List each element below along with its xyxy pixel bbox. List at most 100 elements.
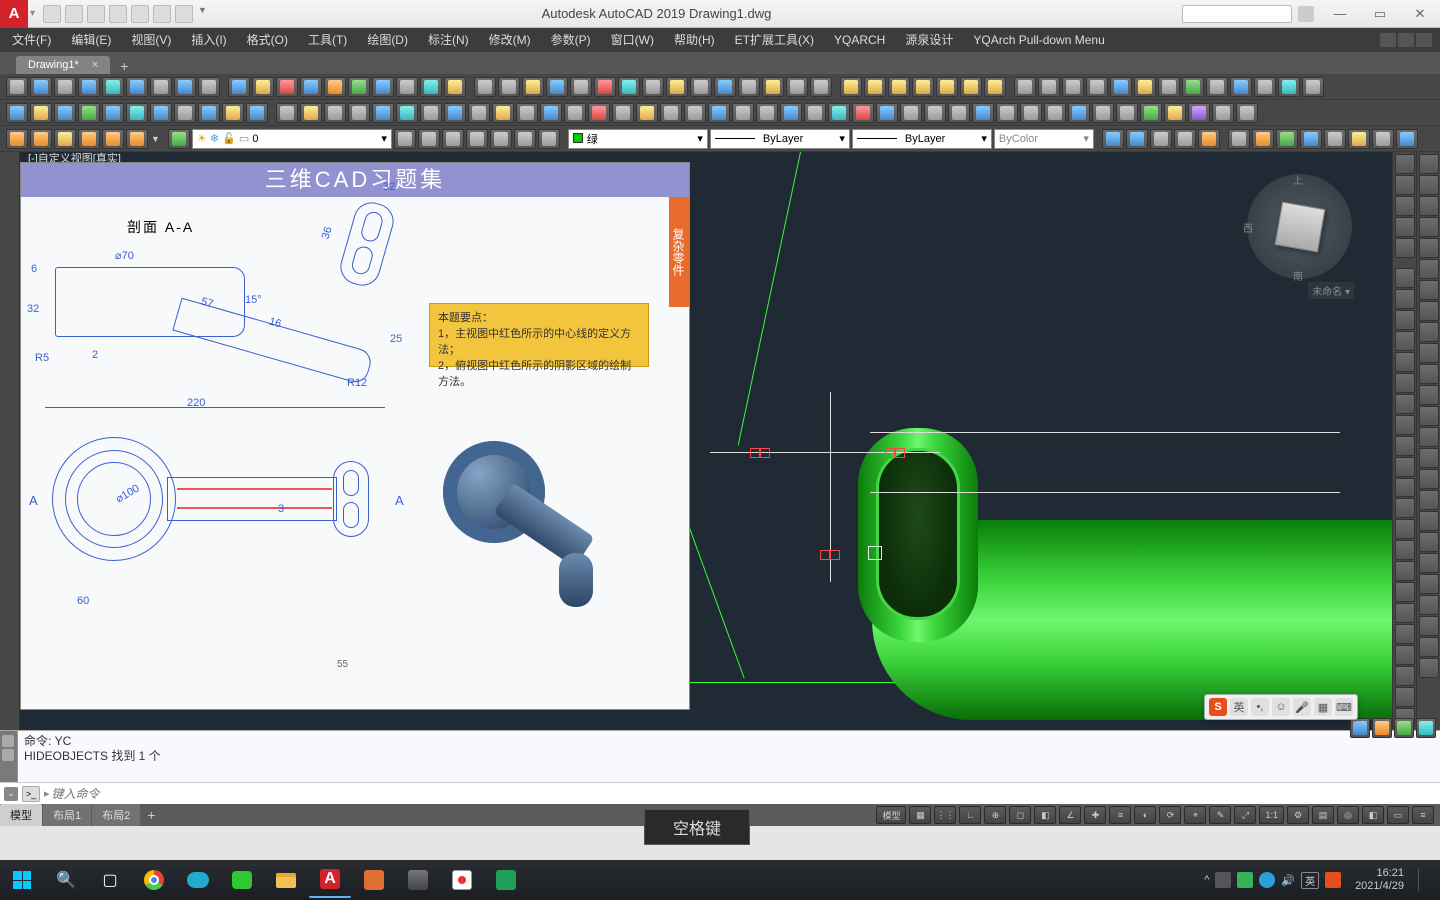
tool-icon[interactable] <box>442 129 464 149</box>
tab-layout-add[interactable]: + <box>141 807 161 823</box>
layer-props-icon[interactable] <box>168 129 190 149</box>
tool-icon[interactable] <box>756 103 778 123</box>
tool-icon[interactable] <box>660 103 682 123</box>
cmd-side-handles[interactable] <box>0 731 18 782</box>
tool-icon[interactable] <box>1116 103 1138 123</box>
menu-modify[interactable]: 修改(M) <box>479 28 541 52</box>
menu-tools[interactable]: 工具(T) <box>298 28 357 52</box>
tab-drawing1[interactable]: Drawing1* × <box>16 56 110 74</box>
tool-icon[interactable] <box>1348 129 1370 149</box>
tool-icon[interactable] <box>102 77 124 97</box>
tool-icon[interactable] <box>276 77 298 97</box>
tool-icon[interactable] <box>324 77 346 97</box>
tool-icon[interactable] <box>228 77 250 97</box>
tool-icon[interactable] <box>1014 77 1036 97</box>
tool-icon[interactable] <box>1038 77 1060 97</box>
tool-icon[interactable] <box>1419 406 1439 426</box>
tool-icon[interactable] <box>1158 77 1180 97</box>
tab-add-button[interactable]: + <box>112 58 136 74</box>
menu-help[interactable]: 帮助(H) <box>664 28 725 52</box>
tool-icon[interactable] <box>1419 175 1439 195</box>
linetype-dropdown[interactable]: ByLayer▾ <box>852 129 992 149</box>
tool-icon[interactable] <box>594 77 616 97</box>
tool-icon[interactable] <box>1419 574 1439 594</box>
tool-icon[interactable] <box>924 103 946 123</box>
tool-icon[interactable] <box>1324 129 1346 149</box>
tool-icon[interactable] <box>468 103 490 123</box>
tool-icon[interactable] <box>246 103 268 123</box>
tool-icon[interactable] <box>1419 364 1439 384</box>
task-autocad-icon[interactable]: A <box>309 862 351 898</box>
menu-insert[interactable]: 插入(I) <box>181 28 236 52</box>
tool-icon[interactable] <box>150 77 172 97</box>
qat-new-icon[interactable] <box>43 5 61 23</box>
menu-file[interactable]: 文件(F) <box>2 28 61 52</box>
tool-icon[interactable] <box>300 77 322 97</box>
view-cube-face[interactable] <box>1274 201 1325 252</box>
tool-icon[interactable] <box>1110 77 1132 97</box>
status-hardware-icon[interactable]: ◧ <box>1362 806 1384 824</box>
orbit-icon[interactable] <box>1395 217 1415 237</box>
tool-icon[interactable] <box>1068 103 1090 123</box>
tool-icon[interactable] <box>876 103 898 123</box>
tool-icon[interactable] <box>1086 77 1108 97</box>
status-cycle-icon[interactable]: ⟳ <box>1159 806 1181 824</box>
status-otrack-icon[interactable]: ∠ <box>1059 806 1081 824</box>
tool-icon[interactable] <box>1419 595 1439 615</box>
tab-model[interactable]: 模型 <box>0 804 42 826</box>
tool-icon[interactable] <box>762 77 784 97</box>
task-chrome-icon[interactable] <box>133 862 175 898</box>
tool-icon[interactable] <box>1395 582 1415 602</box>
tool-icon[interactable] <box>1419 322 1439 342</box>
tool-icon[interactable] <box>1188 103 1210 123</box>
qat-saveas-icon[interactable] <box>109 5 127 23</box>
tool-icon[interactable] <box>1419 448 1439 468</box>
tool-icon[interactable] <box>1300 129 1322 149</box>
tool-icon[interactable] <box>420 77 442 97</box>
tool-icon[interactable] <box>1395 666 1415 686</box>
tool-icon[interactable] <box>1419 196 1439 216</box>
tool-icon[interactable] <box>54 103 76 123</box>
tool-icon[interactable] <box>174 103 196 123</box>
status-grid-icon[interactable]: ▦ <box>909 806 931 824</box>
tool-icon[interactable] <box>972 103 994 123</box>
tool-icon[interactable] <box>960 77 982 97</box>
tool-icon[interactable] <box>6 77 28 97</box>
qat-open-icon[interactable] <box>65 5 83 23</box>
tool-icon[interactable] <box>1395 331 1415 351</box>
tool-icon[interactable] <box>324 103 346 123</box>
tray-wechat-icon[interactable] <box>1237 872 1253 888</box>
tool-icon[interactable] <box>1044 103 1066 123</box>
tab-close-icon[interactable]: × <box>92 59 98 71</box>
tool-icon[interactable] <box>690 77 712 97</box>
status-custom-icon[interactable]: ≡ <box>1412 806 1434 824</box>
tool-icon[interactable] <box>852 103 874 123</box>
task-explorer-icon[interactable] <box>265 862 307 898</box>
tool-icon[interactable] <box>714 77 736 97</box>
tool-icon[interactable] <box>126 129 148 149</box>
tool-icon[interactable] <box>828 103 850 123</box>
tool-icon[interactable] <box>538 129 560 149</box>
status-annoscale[interactable]: 1:1 <box>1259 806 1284 824</box>
tool-icon[interactable] <box>1395 310 1415 330</box>
tool-icon[interactable] <box>1092 103 1114 123</box>
tool-icon[interactable] <box>1276 129 1298 149</box>
viewcube-top[interactable]: 上 <box>1293 172 1303 187</box>
tray-cloud-icon[interactable] <box>1259 872 1275 888</box>
command-prompt-icon[interactable]: >_ <box>22 786 40 802</box>
status-polar-icon[interactable]: ⊕ <box>984 806 1006 824</box>
tool-icon[interactable] <box>348 103 370 123</box>
tool-icon[interactable] <box>1419 637 1439 657</box>
tray-notifications-icon[interactable] <box>1418 869 1432 891</box>
tool-icon[interactable] <box>1419 217 1439 237</box>
ime-emoji-icon[interactable]: ☺ <box>1272 698 1290 716</box>
tool-icon[interactable] <box>102 129 124 149</box>
menu-view[interactable]: 视图(V) <box>121 28 181 52</box>
tool-icon[interactable] <box>498 77 520 97</box>
tool-icon[interactable] <box>1419 469 1439 489</box>
tool-icon[interactable] <box>570 77 592 97</box>
viewcube-west[interactable]: 西 <box>1243 220 1253 235</box>
tool-icon[interactable] <box>1419 553 1439 573</box>
tool-icon[interactable] <box>300 103 322 123</box>
tool-icon[interactable] <box>1174 129 1196 149</box>
